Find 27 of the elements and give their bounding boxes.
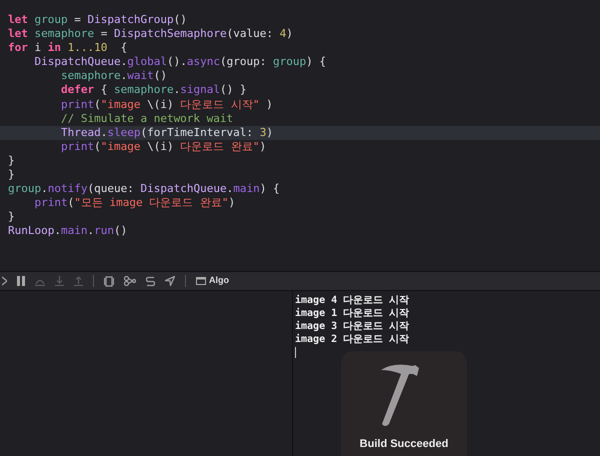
pause-icon[interactable] [17, 276, 25, 286]
code-line: } [7, 210, 16, 224]
code-line: // Simulate a network wait [60, 112, 234, 126]
code-line: let semaphore = DispatchSemaphore(value: 4) [7, 27, 294, 42]
build-status-message: Build Succeeded [360, 436, 448, 452]
console-output-line: image 4 다운로드 시작 [295, 294, 410, 307]
window-icon [196, 277, 206, 285]
code-line: } [7, 168, 16, 182]
text-cursor [295, 347, 296, 358]
code-line: print("image \(i) 다운로드 완료") [60, 140, 268, 154]
code-line: print("image \(i) 다운로드 시작" ) [60, 98, 274, 112]
console-output-line: image 3 다운로드 시작 [295, 320, 410, 333]
code-line: print("모든 image 다운로드 완료") [33, 196, 236, 210]
memory-graph-icon[interactable] [124, 276, 136, 286]
code-line: for i in 1...10 { [7, 41, 128, 56]
play-icon[interactable] [2, 276, 7, 286]
code-line: RunLoop.main.run() [7, 224, 128, 238]
code-line: } [7, 154, 16, 168]
target-label[interactable]: Algo [209, 274, 229, 288]
code-line: group.notify(queue: DispatchQueue.main) { [7, 182, 281, 196]
code-line: let group = DispatchGroup() [7, 13, 188, 28]
console-output-line: image 1 다운로드 시작 [295, 307, 410, 320]
location-arrow-icon[interactable] [165, 276, 175, 286]
code-line: defer { semaphore.signal() } [60, 83, 248, 98]
code-line: DispatchQueue.global().async(group: group) { [33, 55, 327, 70]
console-output-line: image 2 다운로드 시작 [295, 333, 410, 346]
code-line: semaphore.wait() [60, 69, 168, 84]
